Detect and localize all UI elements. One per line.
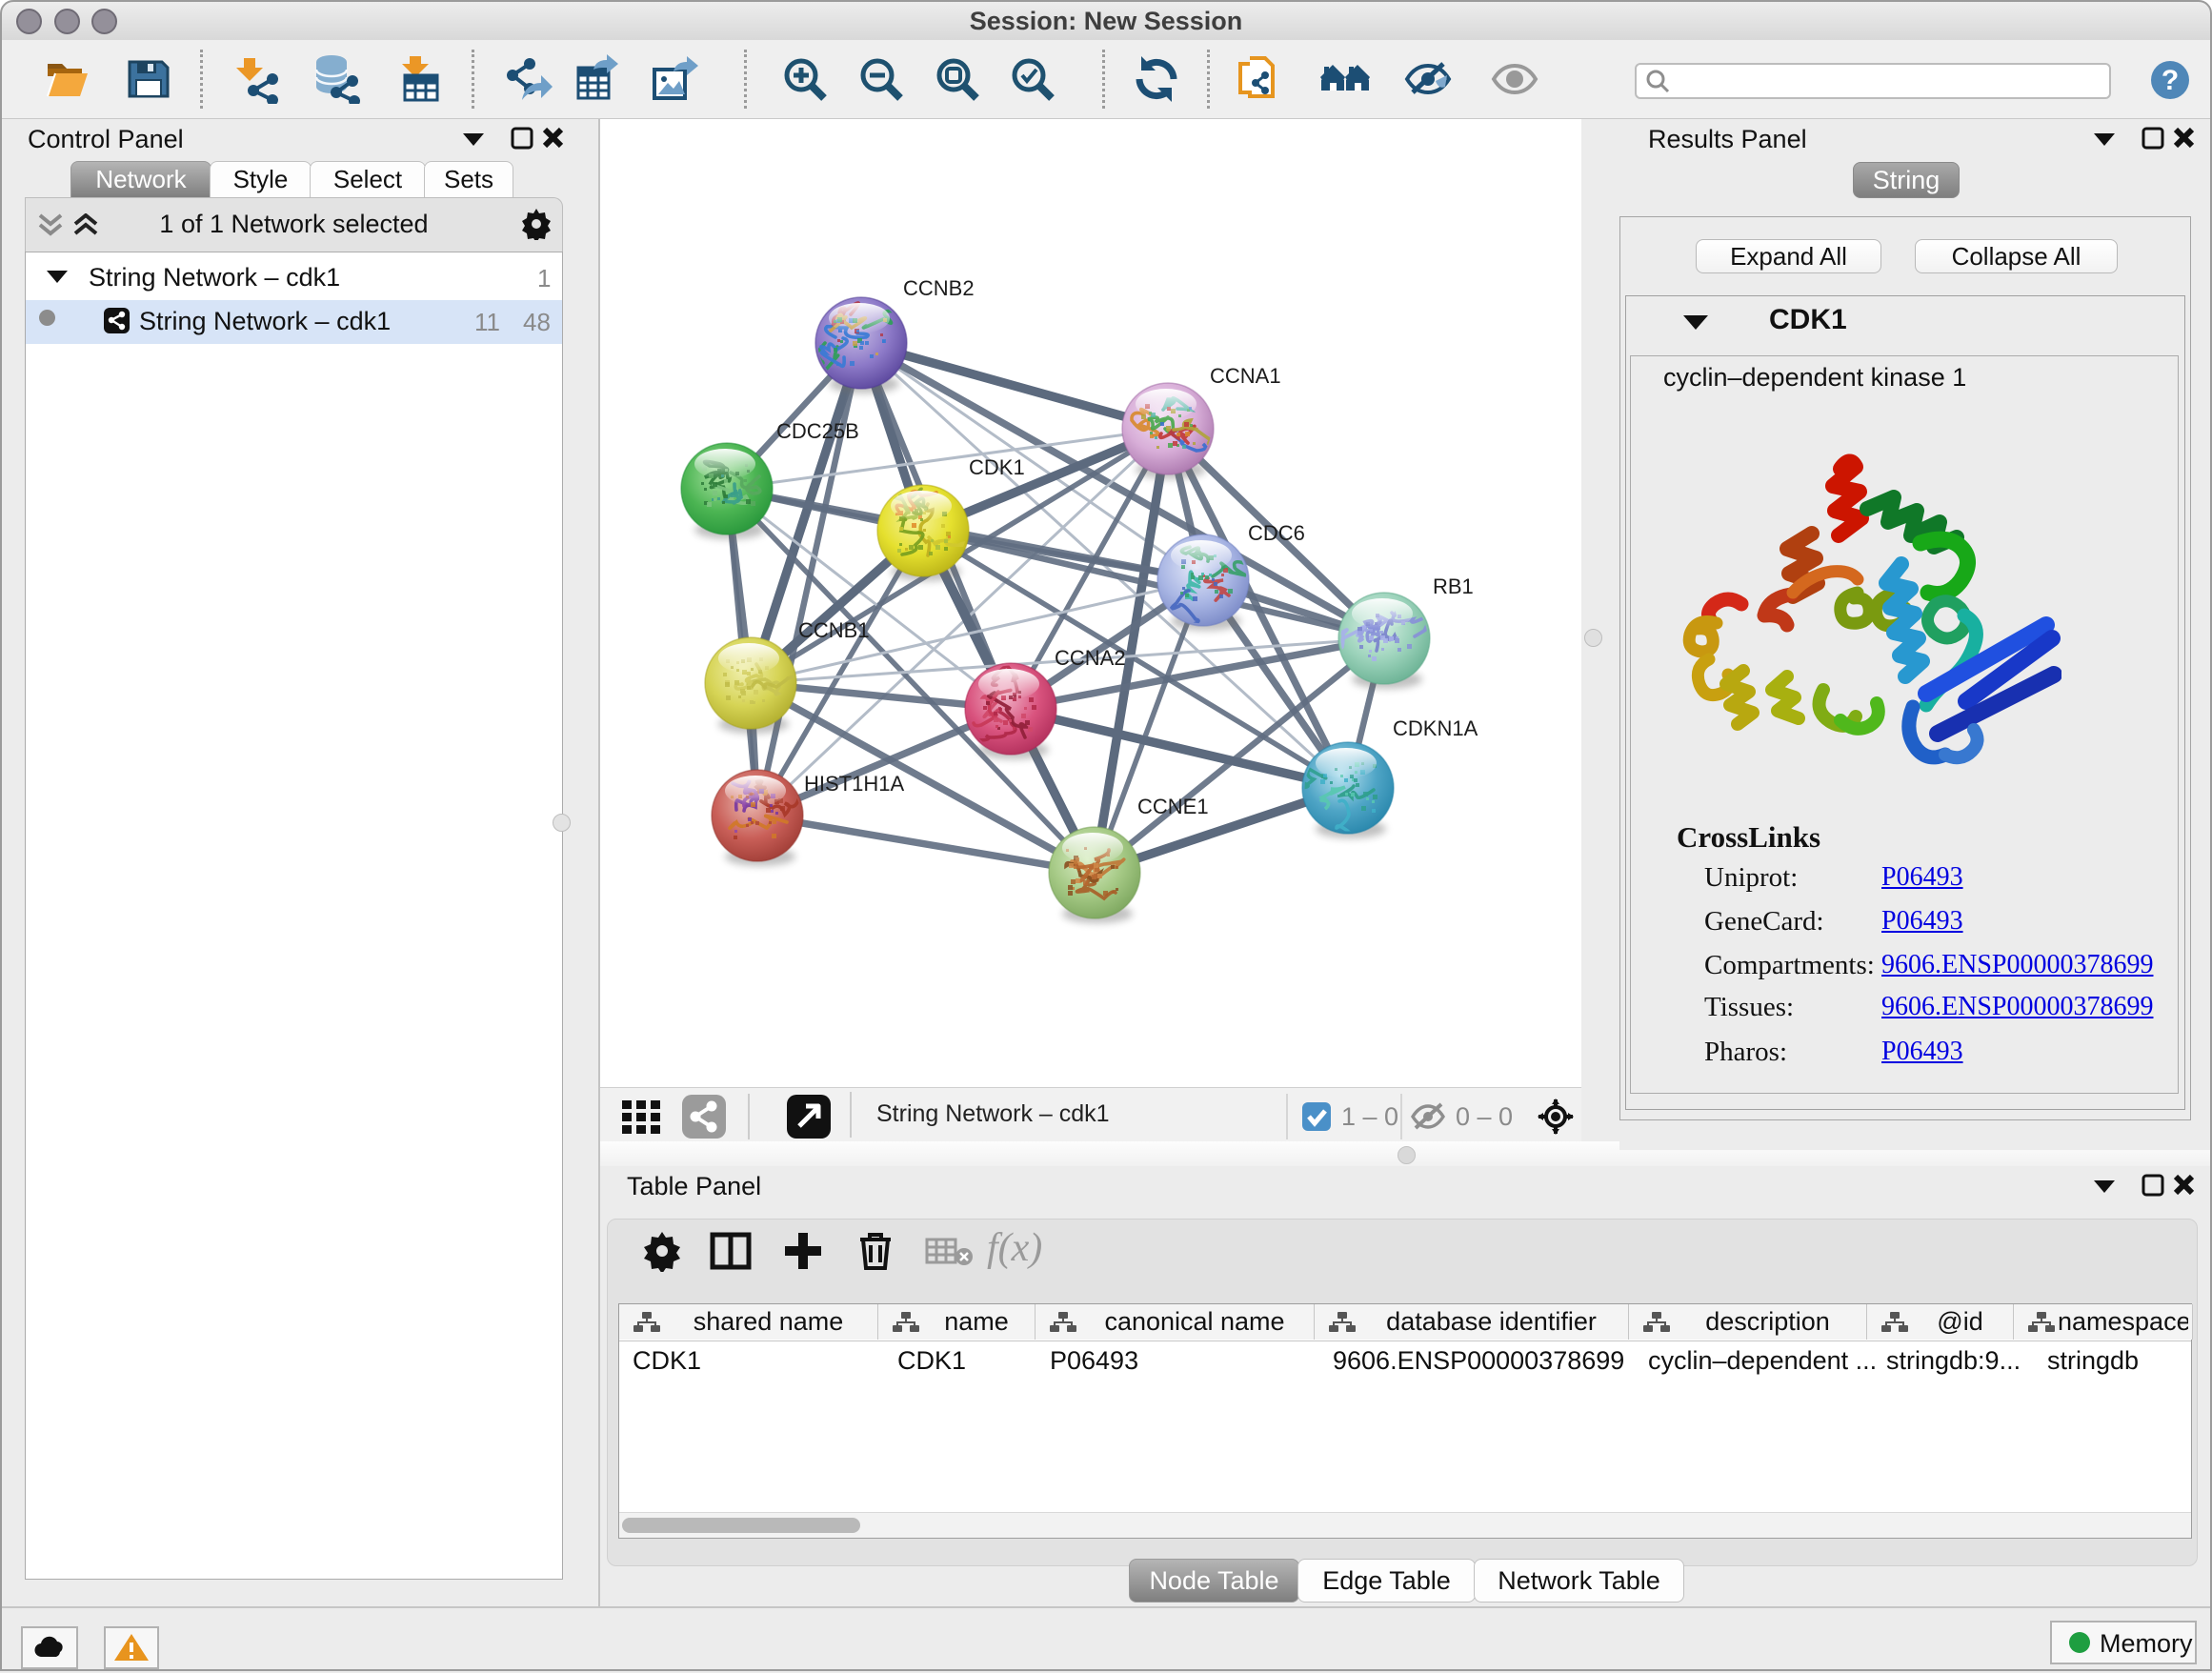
svg-text:CDKN1A: CDKN1A bbox=[1393, 716, 1478, 740]
svg-text:CDC6: CDC6 bbox=[1248, 521, 1305, 545]
svg-text:CCNB1: CCNB1 bbox=[798, 618, 870, 642]
svg-text:HIST1H1A: HIST1H1A bbox=[804, 772, 904, 796]
svg-text:CCNA1: CCNA1 bbox=[1210, 364, 1281, 388]
svg-text:CDK1: CDK1 bbox=[969, 455, 1025, 479]
svg-text:?: ? bbox=[2162, 65, 2179, 96]
svg-text:CDC25B: CDC25B bbox=[776, 419, 859, 443]
svg-text:CCNA2: CCNA2 bbox=[1055, 646, 1126, 670]
svg-text:CCNB2: CCNB2 bbox=[903, 276, 975, 300]
svg-text:CCNE1: CCNE1 bbox=[1137, 795, 1209, 818]
svg-text:RB1: RB1 bbox=[1433, 574, 1474, 598]
